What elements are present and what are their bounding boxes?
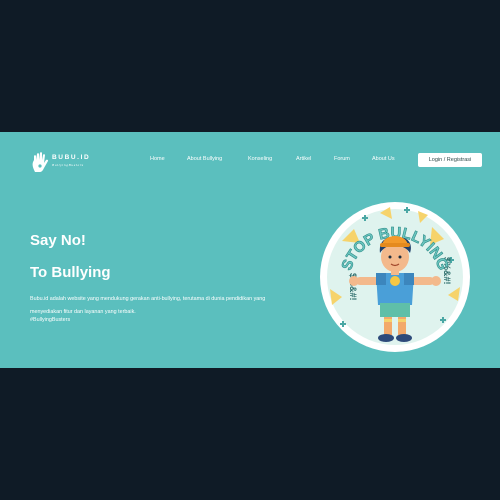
- stop-bullying-badge-icon: $%&#! $%&#! STOP BULLYING: [320, 202, 470, 352]
- nav-about-us[interactable]: About Us: [372, 156, 395, 162]
- hero-title-line1: Say No!: [30, 232, 86, 249]
- hand-logo-icon: [32, 152, 49, 172]
- hero-title-line2: To Bullying: [30, 264, 111, 281]
- nav-artikel[interactable]: Artikel: [296, 156, 311, 162]
- hero-description: Bubu.id adalah website yang mendukung ge…: [30, 296, 266, 315]
- brand-tagline: BullyingBusters: [52, 163, 84, 167]
- brand-logo[interactable]: BUBU.ID BullyingBusters: [31, 151, 93, 173]
- nav-home[interactable]: Home: [150, 156, 165, 162]
- landing-page: BUBU.ID BullyingBusters Home About Bully…: [0, 132, 500, 368]
- login-register-button[interactable]: Login / Registrasi: [418, 153, 482, 167]
- brand-name: BUBU.ID: [52, 154, 91, 161]
- hero-hashtag: #BullyingBusters: [30, 317, 71, 323]
- nav-konseling[interactable]: Konseling: [248, 156, 272, 162]
- nav-about-bullying[interactable]: About Bullying: [187, 156, 222, 162]
- nav-forum[interactable]: Forum: [334, 156, 350, 162]
